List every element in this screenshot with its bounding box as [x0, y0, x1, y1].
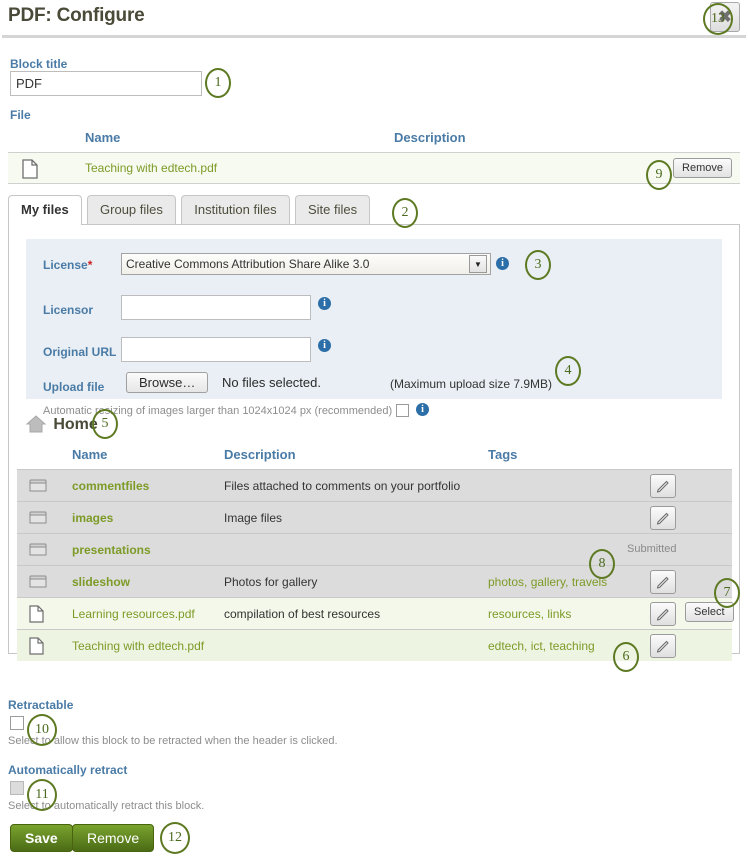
block-title-label: Block title [10, 57, 68, 71]
selected-file-name[interactable]: Teaching with edtech.pdf [85, 161, 217, 175]
file-row-description: Image files [224, 511, 283, 525]
callout-8: 8 [589, 549, 615, 579]
page-title: PDF: Configure [8, 5, 145, 26]
tab-my-files[interactable]: My files [8, 195, 82, 225]
retractable-checkbox[interactable] [10, 716, 24, 730]
home-icon[interactable] [25, 415, 49, 433]
table-row: slideshow Photos for gallery photos, gal… [17, 565, 732, 597]
file-row-name[interactable]: slideshow [72, 575, 130, 589]
column-header-name: Name [85, 130, 121, 145]
info-icon[interactable]: i [416, 403, 429, 416]
tab-site-files[interactable]: Site files [294, 195, 371, 225]
column-header-description: Description [224, 447, 296, 462]
license-label: License* [43, 258, 92, 272]
file-icon [22, 159, 38, 182]
auto-retract-label: Automatically retract [8, 763, 128, 777]
file-browser-list: Name Description Tags commentfiles Files… [17, 447, 734, 661]
folder-icon [29, 477, 47, 496]
selected-file-table-header: Name Description [8, 130, 740, 152]
callout-3: 3 [525, 250, 551, 280]
file-label: File [10, 108, 31, 122]
remove-file-button[interactable]: Remove [673, 158, 732, 178]
file-list-header: Name Description Tags [17, 447, 732, 469]
folder-icon [29, 573, 47, 592]
callout-7: 7 [714, 578, 740, 608]
original-url-label: Original URL [43, 345, 117, 359]
upload-settings-box: License* ▼ i Licensor i Original URL i U… [26, 239, 722, 417]
file-row-name[interactable]: Teaching with edtech.pdf [72, 639, 204, 653]
info-icon[interactable]: i [318, 339, 331, 352]
column-header-name: Name [72, 447, 108, 462]
edit-icon[interactable] [650, 506, 676, 530]
file-row-name[interactable]: Learning resources.pdf [72, 607, 195, 621]
tab-institution-files[interactable]: Institution files [181, 195, 290, 225]
edit-icon[interactable] [650, 570, 676, 594]
callout-1: 1 [205, 68, 231, 98]
browse-button[interactable]: Browse… [126, 372, 209, 393]
file-row-name[interactable]: presentations [72, 543, 151, 557]
file-row-tags: photos, gallery, travels [488, 575, 608, 589]
status-badge: Submitted [627, 543, 677, 555]
callout-6: 6 [613, 642, 639, 672]
folder-icon [29, 509, 47, 528]
configure-dialog: PDF: Configure ✖ Block title File Name D… [0, 0, 748, 860]
callout-4: 4 [555, 356, 581, 386]
max-upload-size-text: (Maximum upload size 7.9MB) [390, 377, 553, 391]
upload-file-label: Upload file [43, 380, 105, 394]
file-row-name[interactable]: images [72, 511, 113, 525]
callout-2: 2 [392, 198, 418, 228]
edit-icon[interactable] [650, 634, 676, 658]
column-header-description: Description [394, 130, 466, 145]
callout-10: 10 [27, 714, 57, 746]
retractable-label: Retractable [8, 698, 74, 712]
file-row-tags: edtech, ict, teaching [488, 639, 595, 653]
file-icon [29, 605, 44, 626]
no-files-selected-text: No files selected. [222, 375, 321, 390]
retractable-help-text: Select to allow this block to be retract… [8, 735, 338, 747]
folder-icon [29, 541, 47, 560]
selected-file-row: Teaching with edtech.pdf Remove [8, 152, 740, 184]
column-header-tags: Tags [488, 447, 518, 462]
callout-12: 12 [160, 822, 190, 854]
table-row: commentfiles Files attached to comments … [17, 469, 732, 501]
info-icon[interactable]: i [318, 297, 331, 310]
original-url-input[interactable] [121, 337, 311, 362]
file-row-name[interactable]: commentfiles [72, 479, 149, 493]
table-row: presentations Submitted [17, 533, 732, 565]
file-row-description: Photos for gallery [224, 575, 318, 589]
auto-resize-checkbox[interactable] [396, 404, 409, 417]
file-row-tags: resources, links [488, 607, 572, 621]
edit-icon[interactable] [650, 474, 676, 498]
tab-group-files[interactable]: Group files [87, 195, 176, 225]
selected-file-table: Name Description Teaching with edtech.pd… [8, 130, 740, 184]
required-mark: * [87, 258, 93, 272]
file-row-description: compilation of best resources [224, 607, 381, 621]
licensor-label: Licensor [43, 303, 94, 317]
file-source-tabs: My files Group files Institution files S… [8, 195, 372, 225]
licensor-input[interactable] [121, 295, 311, 320]
file-row-description: Files attached to comments on your portf… [224, 479, 461, 493]
my-files-panel: License* ▼ i Licensor i Original URL i U… [8, 224, 740, 661]
info-icon[interactable]: i [496, 257, 509, 270]
auto-retract-checkbox[interactable] [10, 781, 24, 795]
breadcrumb: Home [25, 415, 98, 434]
file-icon [29, 637, 44, 658]
callout-11: 11 [27, 779, 57, 811]
remove-block-button[interactable]: Remove [72, 824, 155, 852]
dialog-header: PDF: Configure ✖ [2, 0, 746, 38]
edit-icon[interactable] [650, 602, 676, 626]
table-row: images Image files [17, 501, 732, 533]
block-title-input[interactable] [10, 71, 202, 96]
save-button[interactable]: Save [10, 824, 73, 852]
license-label-text: License [43, 258, 88, 272]
callout-5: 5 [92, 409, 118, 439]
callout-13: 13 [703, 3, 733, 35]
callout-9: 9 [646, 160, 672, 190]
license-select[interactable] [121, 253, 491, 275]
table-row: Learning resources.pdf compilation of be… [17, 597, 734, 629]
